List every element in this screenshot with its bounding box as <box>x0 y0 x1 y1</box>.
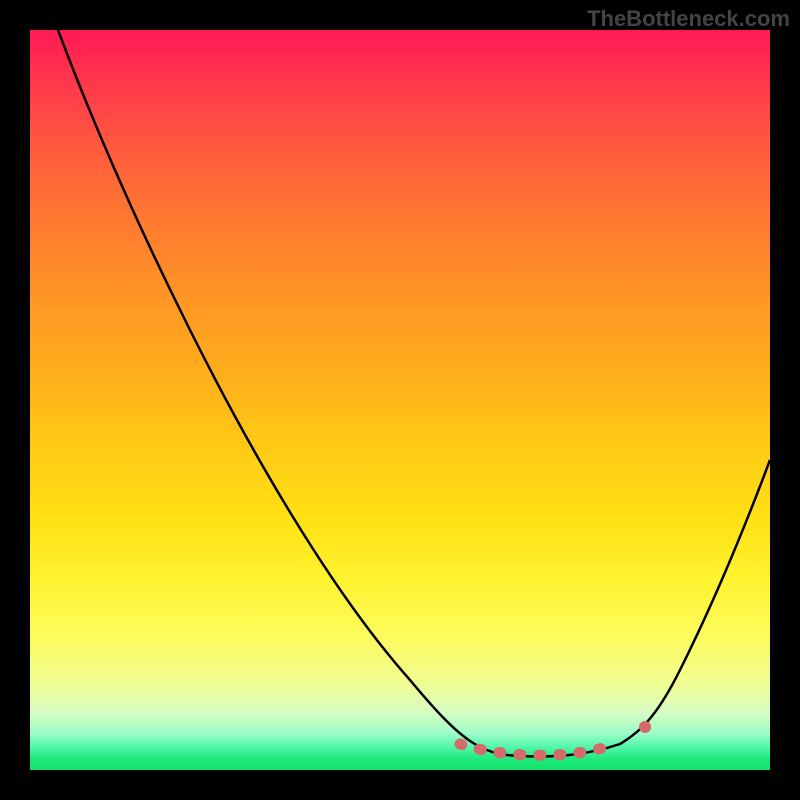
optimal-marker <box>639 721 651 733</box>
optimal-range <box>460 744 616 755</box>
watermark: TheBottleneck.com <box>587 6 790 32</box>
bottleneck-curve <box>58 30 770 757</box>
plot-area <box>30 30 770 770</box>
curve-svg <box>30 30 770 770</box>
chart-root: TheBottleneck.com <box>0 0 800 800</box>
